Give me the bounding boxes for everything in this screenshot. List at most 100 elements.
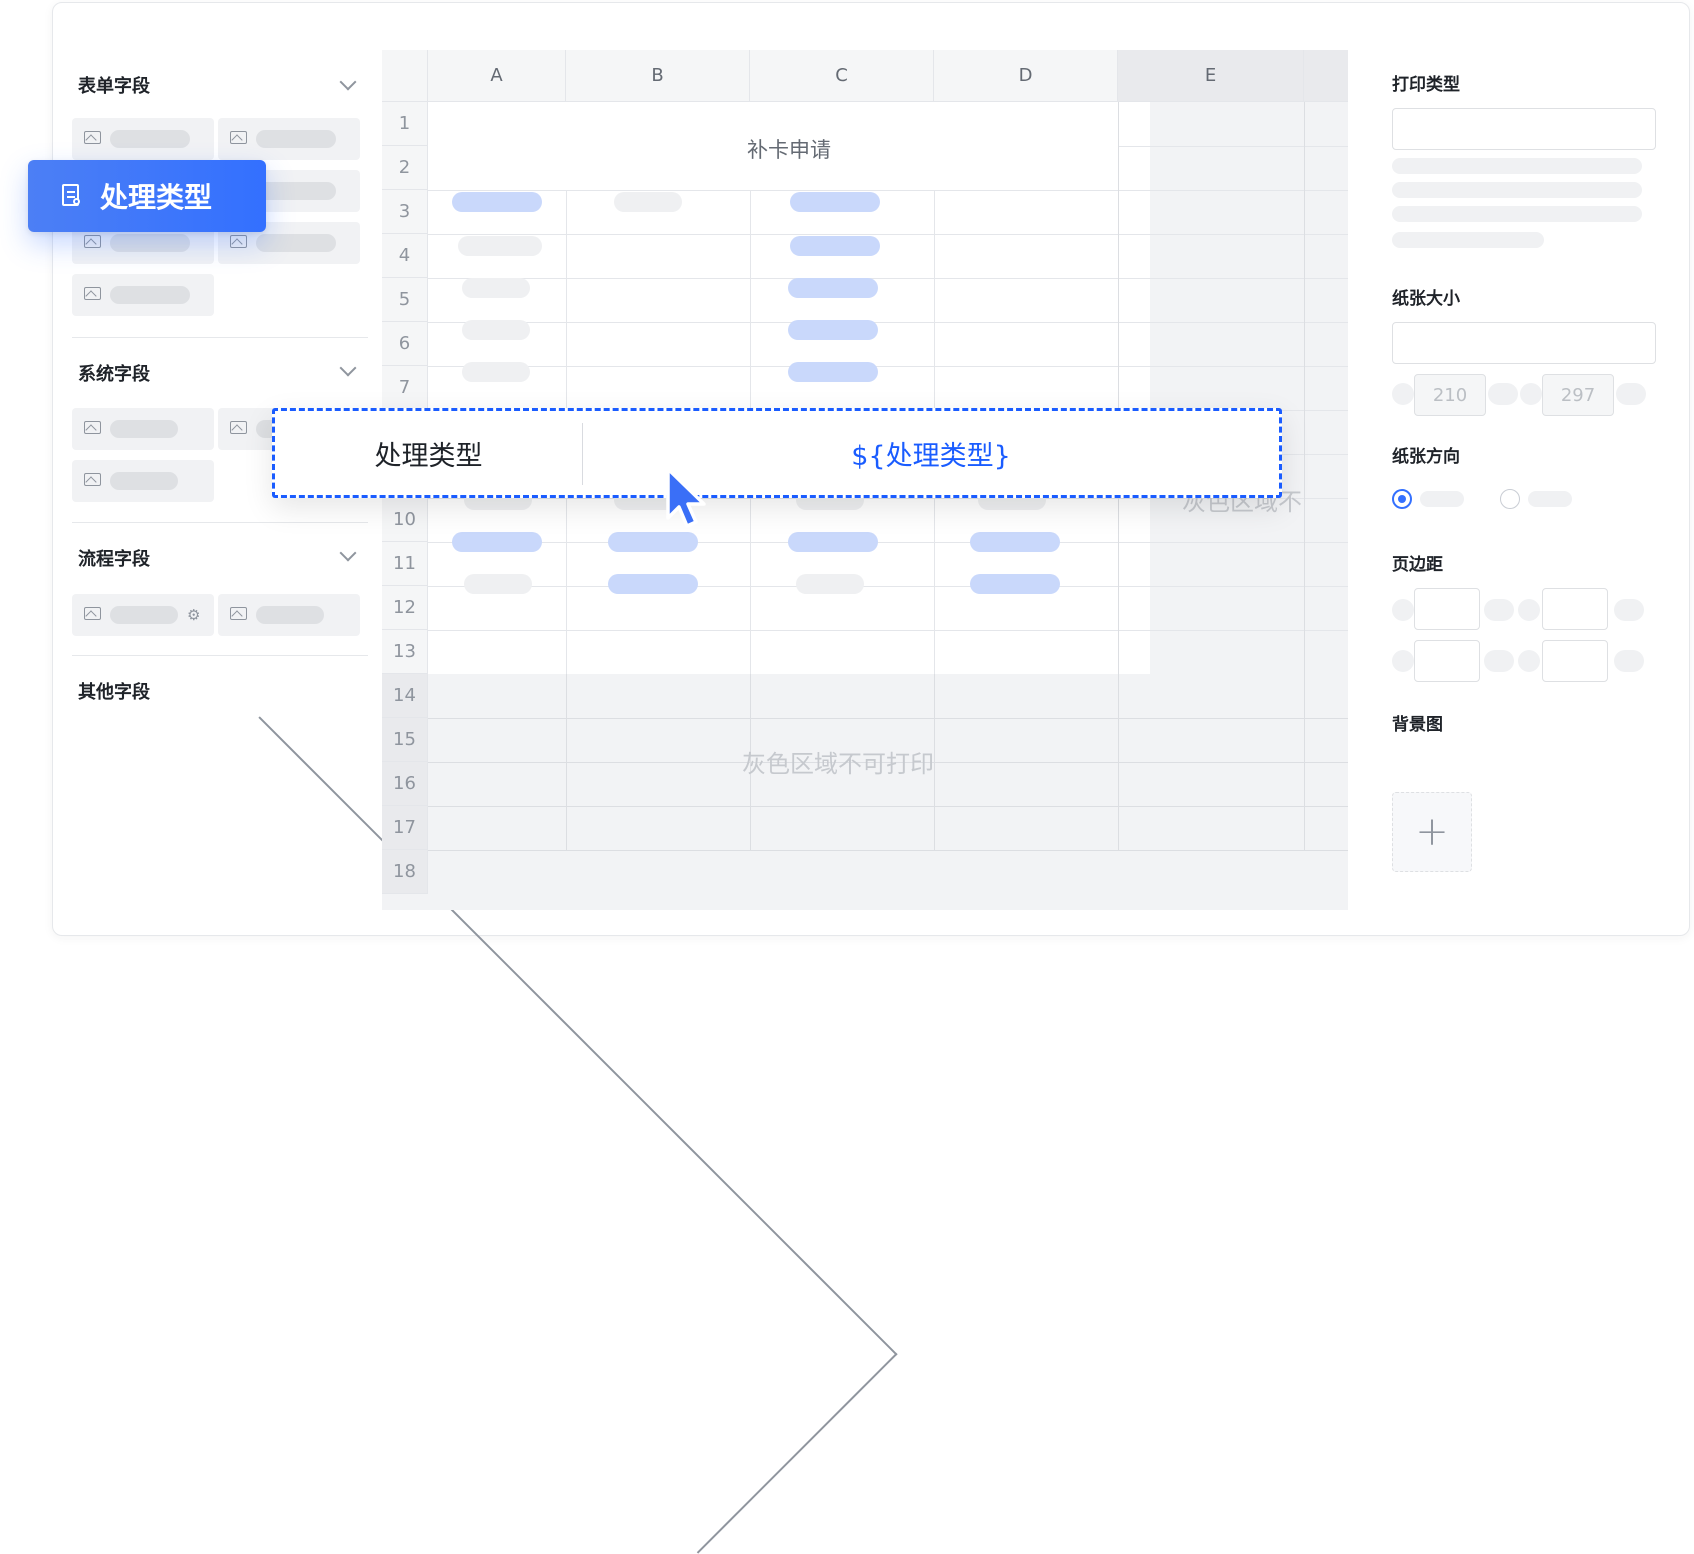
- drop-target-row[interactable]: 处理类型 ${处理类型}: [272, 408, 1282, 498]
- section-title[interactable]: 其他字段: [78, 678, 150, 704]
- row-header[interactable]: 18: [382, 850, 428, 894]
- image-icon: [84, 607, 101, 620]
- cell-placeholder: [464, 574, 532, 594]
- field-chip[interactable]: [72, 408, 214, 450]
- field-chip[interactable]: ⚙: [72, 594, 214, 636]
- label-placeholder: [1484, 650, 1514, 672]
- image-icon: [230, 131, 247, 144]
- sheet-corner: [382, 50, 428, 102]
- image-icon: [84, 473, 101, 486]
- gear-icon[interactable]: ⚙: [187, 606, 200, 624]
- field-chip[interactable]: [218, 594, 360, 636]
- dragging-field-label: 处理类型: [100, 181, 213, 214]
- cell-placeholder: [608, 574, 698, 594]
- orientation-label: 纸张方向: [1392, 447, 1460, 467]
- orientation-radio-landscape[interactable]: [1500, 489, 1520, 509]
- field-placeholder: [256, 234, 336, 252]
- row-header[interactable]: 11: [382, 542, 428, 586]
- row-header[interactable]: 12: [382, 586, 428, 630]
- label-placeholder: [1520, 383, 1542, 405]
- cell-placeholder: [788, 278, 878, 298]
- text-placeholder: [1392, 158, 1642, 174]
- field-chip[interactable]: [72, 118, 214, 160]
- image-icon: [84, 235, 101, 248]
- margin-left-input[interactable]: [1414, 640, 1480, 682]
- column-header[interactable]: D: [934, 50, 1118, 102]
- label-placeholder: [1488, 383, 1518, 405]
- divider: [72, 655, 368, 656]
- row-header[interactable]: 2: [382, 146, 428, 190]
- divider: [72, 522, 368, 523]
- row-header[interactable]: 3: [382, 190, 428, 234]
- grid-line: [1118, 146, 1348, 147]
- image-icon: [230, 421, 247, 434]
- section-title[interactable]: 系统字段: [78, 360, 150, 386]
- print-type-select[interactable]: [1392, 108, 1656, 150]
- text-placeholder: [1392, 232, 1544, 248]
- field-placeholder: [110, 472, 178, 490]
- field-placeholder: [110, 420, 178, 438]
- row-header[interactable]: 10: [382, 498, 428, 542]
- text-placeholder: [1392, 182, 1642, 198]
- plus-icon: +: [1415, 809, 1449, 855]
- cell-placeholder: [788, 532, 878, 552]
- cell-placeholder: [790, 192, 880, 212]
- paper-size-label: 纸张大小: [1392, 289, 1460, 309]
- margin-bottom-input[interactable]: [1542, 588, 1608, 630]
- background-label: 背景图: [1392, 715, 1443, 735]
- orientation-radio-portrait[interactable]: [1392, 489, 1412, 509]
- section-title[interactable]: 表单字段: [78, 72, 150, 98]
- row-header[interactable]: 1: [382, 102, 428, 146]
- label-placeholder: [1518, 650, 1540, 672]
- field-chip[interactable]: [72, 274, 214, 316]
- drop-row-label: 处理类型: [374, 440, 483, 472]
- divider: [72, 337, 368, 338]
- label-placeholder: [1392, 599, 1414, 621]
- paper-height-input[interactable]: 297: [1542, 374, 1614, 416]
- column-header[interactable]: C: [750, 50, 934, 102]
- row-header[interactable]: 6: [382, 322, 428, 366]
- option-placeholder: [1528, 491, 1572, 507]
- field-placeholder: [110, 234, 190, 252]
- field-chip[interactable]: [72, 460, 214, 502]
- row-header[interactable]: 14: [382, 674, 428, 718]
- row-header[interactable]: 13: [382, 630, 428, 674]
- label-placeholder: [1616, 383, 1646, 405]
- margin-label: 页边距: [1392, 555, 1443, 575]
- image-icon: [84, 421, 101, 434]
- column-header[interactable]: A: [428, 50, 566, 102]
- row-header[interactable]: 16: [382, 762, 428, 806]
- non-printable-note: 灰色区域不可打印: [742, 750, 934, 778]
- background-upload-button[interactable]: +: [1392, 792, 1472, 872]
- cell-placeholder: [452, 192, 542, 212]
- column-header[interactable]: B: [566, 50, 750, 102]
- print-type-label: 打印类型: [1392, 75, 1460, 95]
- label-placeholder: [1518, 599, 1540, 621]
- cell-placeholder: [462, 362, 530, 382]
- cell-placeholder: [614, 192, 682, 212]
- cell-placeholder: [796, 574, 864, 594]
- sheet-title[interactable]: 补卡申请: [428, 134, 1150, 164]
- paper-size-select[interactable]: [1392, 322, 1656, 364]
- field-placeholder: [256, 130, 336, 148]
- margin-right-input[interactable]: [1542, 640, 1608, 682]
- cell-placeholder: [788, 320, 878, 340]
- column-header[interactable]: E: [1118, 50, 1304, 102]
- grid-line: [1304, 102, 1305, 850]
- row-header[interactable]: 4: [382, 234, 428, 278]
- cell-placeholder: [970, 574, 1060, 594]
- row-header[interactable]: 5: [382, 278, 428, 322]
- row-header[interactable]: 7: [382, 366, 428, 410]
- image-icon: [230, 235, 247, 248]
- label-placeholder: [1614, 599, 1644, 621]
- row-header[interactable]: 15: [382, 718, 428, 762]
- field-placeholder: [256, 182, 336, 200]
- cell-placeholder: [608, 532, 698, 552]
- row-header[interactable]: 17: [382, 806, 428, 850]
- margin-top-input[interactable]: [1414, 588, 1480, 630]
- paper-width-input[interactable]: 210: [1414, 374, 1486, 416]
- section-title[interactable]: 流程字段: [78, 545, 150, 571]
- dragging-field-chip[interactable]: 处理类型: [28, 160, 266, 232]
- field-chip[interactable]: [218, 118, 360, 160]
- image-icon: [84, 287, 101, 300]
